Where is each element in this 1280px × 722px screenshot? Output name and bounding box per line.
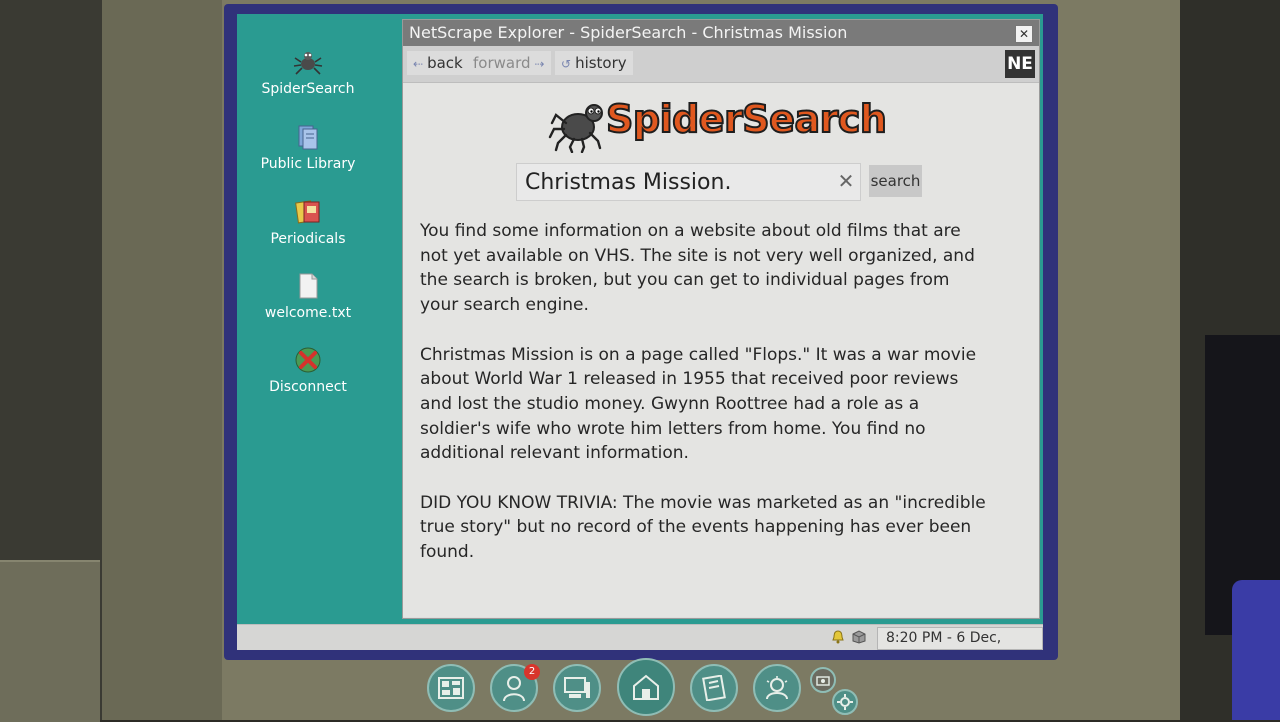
browser-brand-logo: NE <box>1005 50 1035 78</box>
home-icon <box>633 674 659 700</box>
forward-button[interactable]: forward ⇢ <box>467 51 551 75</box>
board-icon <box>438 677 464 699</box>
text-file-icon <box>293 271 323 301</box>
window-titlebar[interactable]: NetScrape Explorer - SpiderSearch - Chri… <box>403 20 1039 46</box>
search-input[interactable]: Christmas Mission. ✕ <box>516 163 861 201</box>
spidersearch-logo-text: SpiderSearch <box>605 96 888 142</box>
spider-icon <box>293 47 323 77</box>
dock-suspect-button[interactable]: 2 <box>490 664 540 712</box>
room-shelf <box>0 560 100 722</box>
search-result-text: You find some information on a website a… <box>420 219 990 590</box>
notification-bell-icon[interactable] <box>831 630 845 644</box>
spider-mascot-icon <box>548 104 603 153</box>
room-chair <box>1232 580 1280 720</box>
desktop-icon-disconnect[interactable]: Disconnect <box>243 345 373 395</box>
dock-board-button[interactable] <box>427 664 475 712</box>
back-label: back <box>427 54 463 72</box>
desktop-icon-public-library[interactable]: Public Library <box>243 122 373 172</box>
browser-toolbar: ⇠ back forward ⇢ ↺ history NE <box>403 46 1039 83</box>
arrow-right-icon: ⇢ <box>534 57 545 71</box>
result-paragraph: DID YOU KNOW TRIVIA: The movie was marke… <box>420 492 986 563</box>
desktop-icon-label: Public Library <box>260 156 356 172</box>
desktop-screen: SpiderSearch Public Library Periodicals <box>237 14 1043 650</box>
desktop-icon-label: welcome.txt <box>264 305 352 321</box>
desktop-icon-spidersearch[interactable]: SpiderSearch <box>243 47 373 97</box>
dock-settings-button[interactable] <box>832 689 858 715</box>
books-icon <box>293 122 323 152</box>
clear-search-icon[interactable]: ✕ <box>836 169 856 193</box>
dock-camera-button[interactable] <box>810 667 836 693</box>
close-button[interactable]: ✕ <box>1015 25 1033 43</box>
back-button[interactable]: ⇠ back <box>407 51 469 75</box>
notification-badge: 2 <box>524 664 540 680</box>
window-title: NetScrape Explorer - SpiderSearch - Chri… <box>409 23 848 42</box>
desktop-icon-label: Periodicals <box>270 231 346 247</box>
settings-icon <box>837 694 853 710</box>
taskbar: 8:20 PM - 6 Dec, 1998 <box>237 624 1043 650</box>
history-button[interactable]: ↺ history <box>555 51 633 75</box>
desktop-icon-label: Disconnect <box>269 379 347 395</box>
dock-computer-button[interactable] <box>553 664 601 712</box>
contact-icon <box>766 676 788 700</box>
page-content: SpiderSearch Christmas Mission. ✕ search… <box>403 83 1039 617</box>
result-paragraph: You find some information on a website a… <box>420 221 975 316</box>
close-icon: ✕ <box>1018 27 1030 41</box>
search-button[interactable]: search <box>869 165 922 197</box>
monitor-bezel-shade <box>102 0 222 720</box>
notebook-icon <box>702 675 726 701</box>
magazines-icon <box>293 197 323 227</box>
desktop-icon-periodicals[interactable]: Periodicals <box>243 197 373 247</box>
search-input-value: Christmas Mission. <box>525 170 732 195</box>
taskbar-clock: 8:20 PM - 6 Dec, 1998 <box>877 627 1043 650</box>
desktop-icon-welcome-txt[interactable]: welcome.txt <box>243 271 373 321</box>
network-box-icon[interactable] <box>851 630 867 644</box>
spidersearch-logo: SpiderSearch <box>548 93 898 153</box>
desktop-icon-label: SpiderSearch <box>261 81 355 97</box>
history-label: history <box>575 54 627 72</box>
browser-window: NetScrape Explorer - SpiderSearch - Chri… <box>402 19 1040 619</box>
camera-icon <box>816 676 830 686</box>
forward-label: forward <box>473 54 531 72</box>
history-icon: ↺ <box>561 57 572 71</box>
arrow-left-icon: ⇠ <box>413 57 424 71</box>
disconnect-icon <box>293 345 323 375</box>
suspect-icon <box>503 676 525 702</box>
computer-icon <box>564 677 590 698</box>
dock-home-button[interactable] <box>617 658 675 716</box>
dock-contact-button[interactable] <box>753 664 801 712</box>
dock-notebook-button[interactable] <box>690 664 738 712</box>
result-paragraph: Christmas Mission is on a page called "F… <box>420 344 977 464</box>
